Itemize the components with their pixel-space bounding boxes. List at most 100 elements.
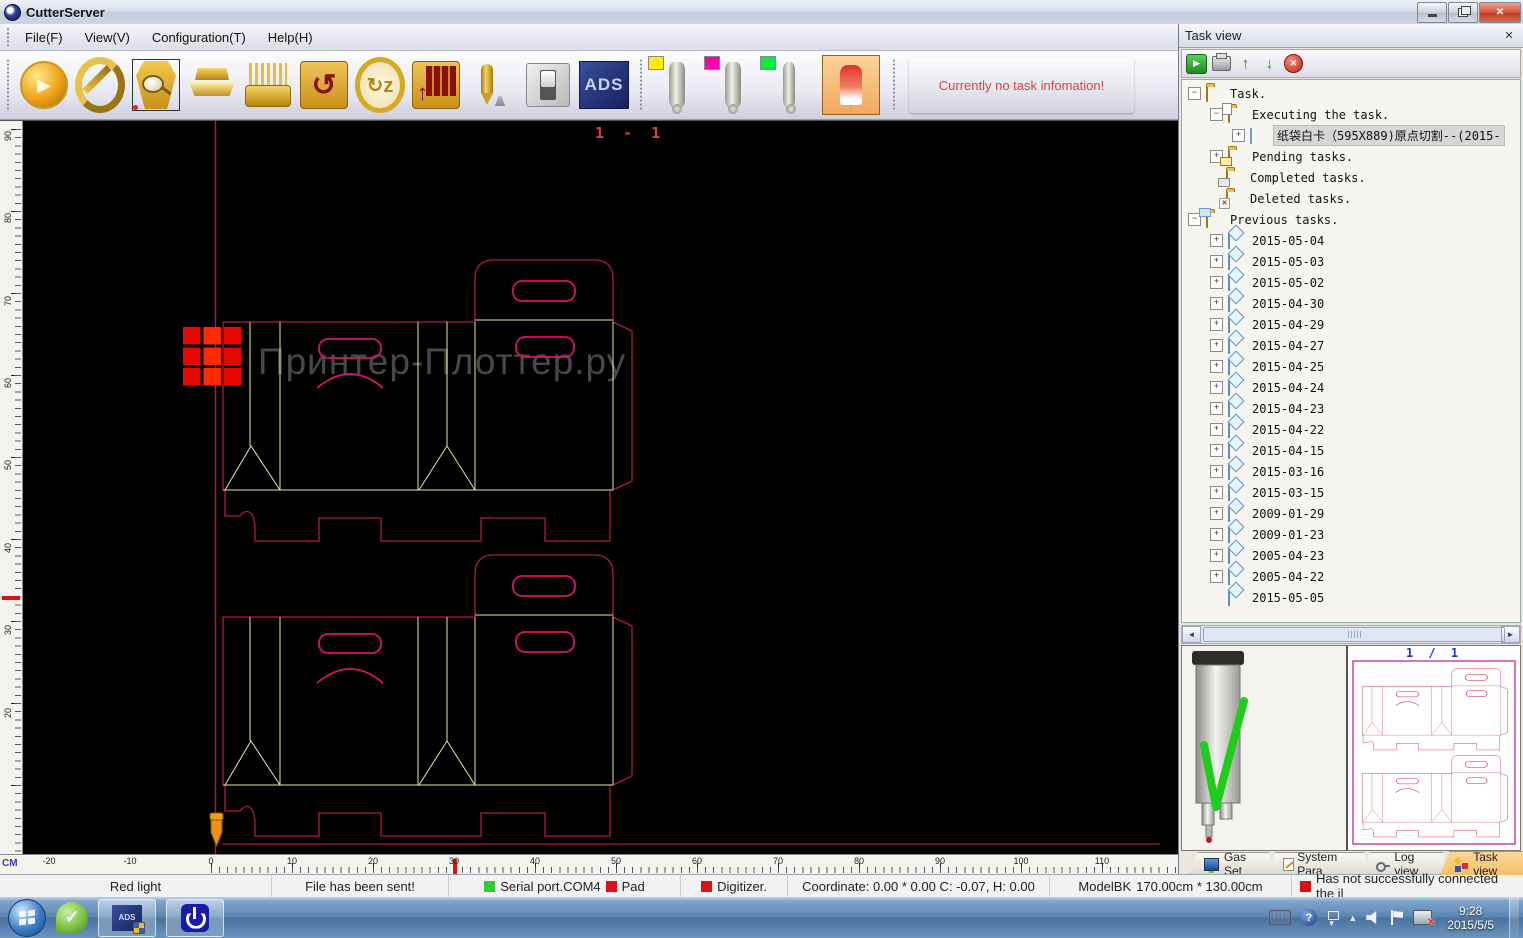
tree-node-pending[interactable]: + Pending tasks. xyxy=(1182,146,1520,167)
close-button[interactable]: ✕ xyxy=(1479,2,1521,23)
clock[interactable]: 9:28 2015/5/5 xyxy=(1441,904,1500,932)
expand-icon[interactable]: + xyxy=(1210,297,1223,310)
ruler-unit-label: CM xyxy=(2,858,18,869)
drawing-canvas[interactable]: Принтер-Плоттер.ру 1 - 1 xyxy=(22,121,1178,855)
brush-button[interactable] xyxy=(243,58,293,112)
tree-node-completed[interactable]: Completed tasks. xyxy=(1182,167,1520,188)
expand-icon[interactable]: + xyxy=(1210,402,1223,415)
tree-node-deleted[interactable]: Deleted tasks. xyxy=(1182,188,1520,209)
tree-node-executing[interactable]: − Executing the task. xyxy=(1182,104,1520,125)
expand-icon[interactable]: + xyxy=(1210,234,1223,247)
menu-configuration[interactable]: Configuration(T) xyxy=(142,27,256,48)
tool-magenta-button[interactable] xyxy=(708,58,758,112)
rotate-button[interactable]: ↺ xyxy=(299,58,349,112)
expand-icon[interactable]: + xyxy=(1210,486,1223,499)
folder-icon xyxy=(1206,86,1208,102)
menu-file[interactable]: File(F) xyxy=(15,27,73,48)
tray-expand-icon[interactable]: ▲ xyxy=(1348,913,1357,923)
stop-button[interactable] xyxy=(75,58,125,112)
ruler-tick-label: 90 xyxy=(3,127,13,141)
panel-close-icon[interactable]: ✕ xyxy=(1501,28,1517,44)
action-center-icon[interactable] xyxy=(1391,910,1404,925)
expand-icon[interactable]: + xyxy=(1210,423,1223,436)
menu-help[interactable]: Help(H) xyxy=(258,27,323,48)
tree-horizontal-scrollbar[interactable]: ◄ ► xyxy=(1181,625,1521,644)
rotate-z-button[interactable]: ↻z xyxy=(355,58,405,112)
ruler-tick-label: 70 xyxy=(3,292,13,306)
expand-icon[interactable]: + xyxy=(1210,276,1223,289)
title-bar: CutterServer ✕ xyxy=(0,0,1523,25)
tree-node-task-root[interactable]: − Task. xyxy=(1182,83,1520,104)
expand-icon[interactable]: + xyxy=(1210,549,1223,562)
tree-node-current-task[interactable]: + 纸袋白卡（595X889)原点切割--(2015- xyxy=(1182,125,1520,146)
expand-icon[interactable]: + xyxy=(1210,528,1223,541)
ruler-marker-y xyxy=(2,596,20,600)
language-icon[interactable] xyxy=(1326,911,1339,925)
toolbar-grip xyxy=(5,59,10,110)
expand-icon[interactable]: + xyxy=(1210,339,1223,352)
task-print-button[interactable] xyxy=(1212,55,1231,73)
start-button[interactable] xyxy=(8,899,46,937)
tool-green-button[interactable] xyxy=(764,58,814,112)
pen-pawn-icon xyxy=(479,64,495,106)
expand-icon[interactable]: + xyxy=(1210,570,1223,583)
tool-preview-panel xyxy=(1182,646,1348,850)
task-move-up-button[interactable]: ↑ xyxy=(1236,55,1255,73)
envelope-icon xyxy=(1228,527,1230,543)
scroll-left-icon[interactable]: ◄ xyxy=(1182,626,1201,643)
task-view-panel: Task view ✕ ▶ ↑ ↓ ✕ − Task. − Exe xyxy=(1178,24,1523,875)
keyboard-icon[interactable] xyxy=(1269,910,1291,925)
ads-app-icon: ADS xyxy=(112,905,142,931)
collapse-icon[interactable]: − xyxy=(1188,87,1201,100)
tab-gas-set[interactable]: Gas Set xyxy=(1189,852,1272,875)
platform-button[interactable] xyxy=(187,58,237,112)
task-move-down-button[interactable]: ↓ xyxy=(1260,55,1279,73)
minimize-button[interactable] xyxy=(1417,2,1447,23)
ruler-tick-label: 80 xyxy=(854,856,864,866)
run-button[interactable]: ▶ xyxy=(19,58,69,112)
task-run-button[interactable]: ▶ xyxy=(1186,54,1207,74)
network-disconnected-icon[interactable] xyxy=(1413,910,1432,925)
expand-icon[interactable]: + xyxy=(1210,318,1223,331)
restore-button[interactable] xyxy=(1448,2,1478,23)
scroll-thumb[interactable] xyxy=(1203,627,1505,642)
expand-icon[interactable]: + xyxy=(1210,465,1223,478)
active-pen-tool-button[interactable] xyxy=(820,58,882,112)
tree-node-date[interactable]: + 2015-05-05 xyxy=(1182,587,1520,608)
coreldraw-icon[interactable]: ✓ xyxy=(56,902,88,934)
task-delete-button[interactable]: ✕ xyxy=(1284,55,1303,73)
taskbar-ads-app[interactable]: ADS xyxy=(98,899,156,937)
toolbar: ▶ ↺ ↻z ↑ xyxy=(0,51,1178,120)
magenta-chip-icon xyxy=(704,56,720,70)
expand-icon[interactable]: + xyxy=(1210,255,1223,268)
layout-preview-image: 1 / 1 xyxy=(1348,646,1520,848)
expand-icon[interactable]: + xyxy=(1210,360,1223,373)
expand-icon[interactable]: + xyxy=(1210,507,1223,520)
switch-button[interactable] xyxy=(523,58,573,112)
expand-icon[interactable]: + xyxy=(1232,129,1245,142)
ruler-tick-label: 80 xyxy=(3,209,13,223)
ads-button[interactable]: ADS xyxy=(579,58,629,112)
taskbar-cutterserver-app[interactable] xyxy=(166,899,224,937)
envelope-icon xyxy=(1228,254,1230,270)
ruler-tick-label: 60 xyxy=(692,856,702,866)
tab-task-view[interactable]: Task view xyxy=(1440,851,1523,875)
zoom-button[interactable] xyxy=(131,58,181,112)
menu-view[interactable]: View(V) xyxy=(75,27,140,48)
tool-yellow-button[interactable] xyxy=(652,58,702,112)
expand-icon[interactable]: + xyxy=(1210,381,1223,394)
envelope-icon xyxy=(1228,317,1230,333)
grid-move-button[interactable]: ↑ xyxy=(411,58,461,112)
scroll-track[interactable] xyxy=(1201,626,1501,643)
volume-icon[interactable] xyxy=(1366,911,1382,924)
expand-icon[interactable]: + xyxy=(1210,444,1223,457)
tool-cylinder-icon xyxy=(669,62,685,108)
dieline-drawing: Принтер-Плоттер.ру 1 - 1 xyxy=(22,121,1178,855)
show-desktop-button[interactable] xyxy=(1509,897,1519,938)
help-icon[interactable]: ? xyxy=(1300,909,1317,926)
status-red-light: Red light xyxy=(0,875,272,897)
ruler-tick-label: 110 xyxy=(1095,856,1109,866)
ruler-tick-label: 30 xyxy=(3,621,13,635)
toolbar-grip-2 xyxy=(638,59,643,110)
pen-setup-button[interactable] xyxy=(467,58,517,112)
